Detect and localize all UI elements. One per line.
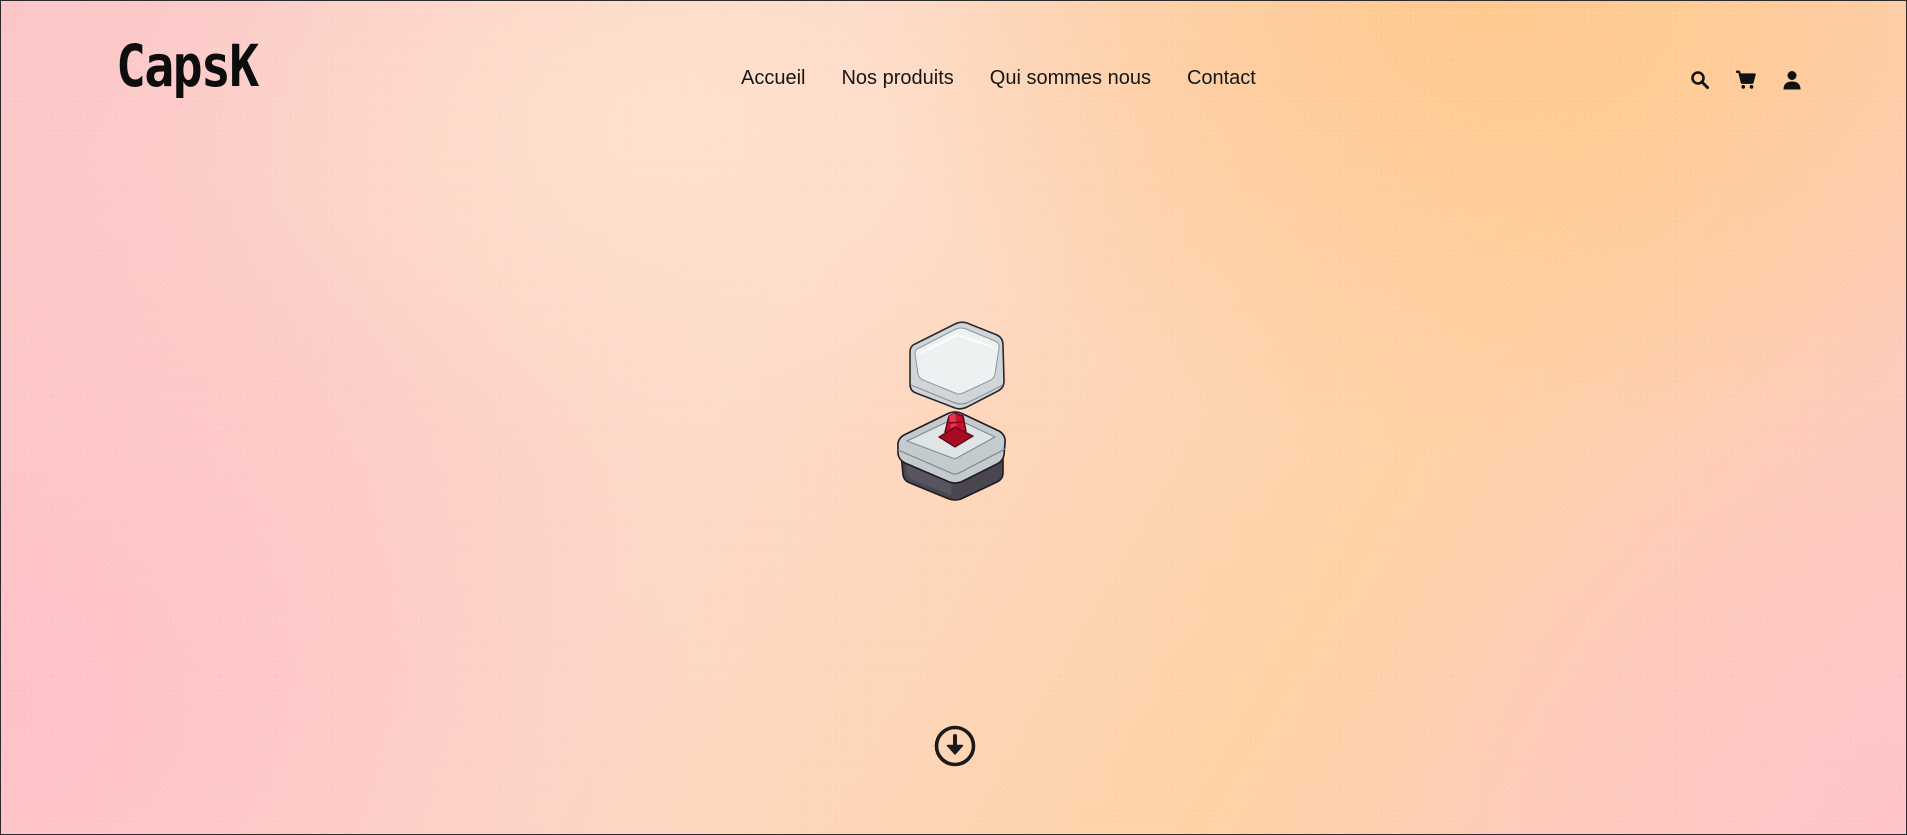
user-icon[interactable]	[1781, 69, 1803, 91]
nav-item-accueil[interactable]: Accueil	[741, 67, 805, 90]
brand-logo[interactable]: CapsK	[116, 37, 259, 95]
keyboard-switch-illustration	[897, 321, 1006, 501]
page: CapsK Accueil Nos produits Qui sommes no…	[0, 0, 1907, 835]
cart-icon[interactable]	[1735, 69, 1757, 91]
arrow-down-circle-icon	[934, 725, 976, 767]
nav-item-qui-sommes-nous[interactable]: Qui sommes nous	[990, 67, 1151, 90]
nav-item-nos-produits[interactable]: Nos produits	[841, 67, 953, 90]
keycap	[909, 321, 1005, 410]
main-nav: Accueil Nos produits Qui sommes nous Con…	[741, 67, 1256, 90]
search-icon[interactable]	[1689, 69, 1711, 91]
switch-housing	[897, 411, 1006, 501]
header-actions	[1689, 69, 1803, 91]
scroll-down-button[interactable]	[934, 725, 976, 767]
nav-item-contact[interactable]: Contact	[1187, 67, 1256, 90]
